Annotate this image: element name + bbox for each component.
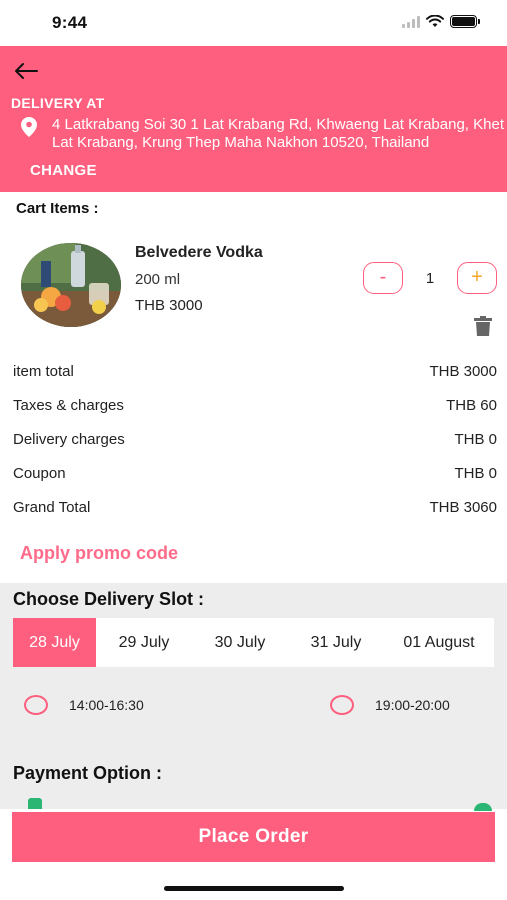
quantity-decrease-button[interactable]: - [363,262,403,294]
summary-value: THB 3000 [429,363,497,380]
summary-value: THB 3060 [429,499,497,516]
date-tab-29-july[interactable]: 29 July [96,618,192,667]
product-price: THB 3000 [135,297,203,314]
product-size: 200 ml [135,271,181,288]
time-slot-option-1[interactable]: 14:00-16:30 [24,695,144,715]
change-address-button[interactable]: CHANGE [30,162,97,179]
status-icons [402,15,480,28]
date-tab-31-july[interactable]: 31 July [288,618,384,667]
delivery-slot-section: Choose Delivery Slot : 28 July 29 July 3… [0,583,507,811]
summary-row-item-total: item total THB 3000 [13,363,497,380]
status-bar: 9:44 [0,0,507,46]
delivery-slot-title: Choose Delivery Slot : [13,589,205,609]
summary-label: Delivery charges [13,431,125,448]
signal-icon [402,15,420,28]
radio-button[interactable] [330,695,354,715]
summary-value: THB 0 [454,465,497,482]
home-indicator [164,886,344,891]
date-tab-30-july[interactable]: 30 July [192,618,288,667]
place-order-button[interactable]: Place Order [12,812,495,862]
quantity-value: 1 [425,270,435,287]
delivery-address: 4 Latkrabang Soi 30 1 Lat Krabang Rd, Kh… [52,116,504,151]
date-tabs: 28 July 29 July 30 July 31 July 01 Augus… [13,618,494,667]
payment-method-icon [28,798,42,809]
back-arrow-icon[interactable] [12,60,40,82]
cart-items-title: Cart Items : [16,200,99,217]
payment-radio-icon[interactable] [474,803,492,811]
summary-label: Taxes & charges [13,397,124,414]
summary-label: Grand Total [13,499,91,516]
payment-option-title: Payment Option : [13,763,163,783]
time-slot-label: 19:00-20:00 [375,697,450,713]
delivery-at-label: DELIVERY AT [11,95,105,111]
summary-label: item total [13,363,74,380]
product-name: Belvedere Vodka [135,244,263,261]
date-tab-01-august[interactable]: 01 August [384,618,494,667]
summary-row-grand-total: Grand Total THB 3060 [13,499,497,516]
location-pin-icon [21,117,37,137]
time-slot-label: 14:00-16:30 [69,697,144,713]
quantity-increase-button[interactable]: + [457,262,497,294]
summary-label: Coupon [13,465,66,482]
time-slot-option-2[interactable]: 19:00-20:00 [330,695,450,715]
date-tab-28-july[interactable]: 28 July [13,618,96,667]
battery-icon [450,15,480,28]
summary-row-coupon: Coupon THB 0 [13,465,497,482]
summary-row-taxes: Taxes & charges THB 60 [13,397,497,414]
summary-row-delivery: Delivery charges THB 0 [13,431,497,448]
status-time: 9:44 [52,13,88,32]
trash-icon[interactable] [474,316,492,336]
wifi-icon [426,15,444,27]
radio-button[interactable] [24,695,48,715]
summary-value: THB 60 [446,397,497,414]
delivery-header: DELIVERY AT 4 Latkrabang Soi 30 1 Lat Kr… [0,46,507,192]
product-image [21,243,121,327]
summary-value: THB 0 [454,431,497,448]
apply-promo-code-link[interactable]: Apply promo code [20,543,178,564]
